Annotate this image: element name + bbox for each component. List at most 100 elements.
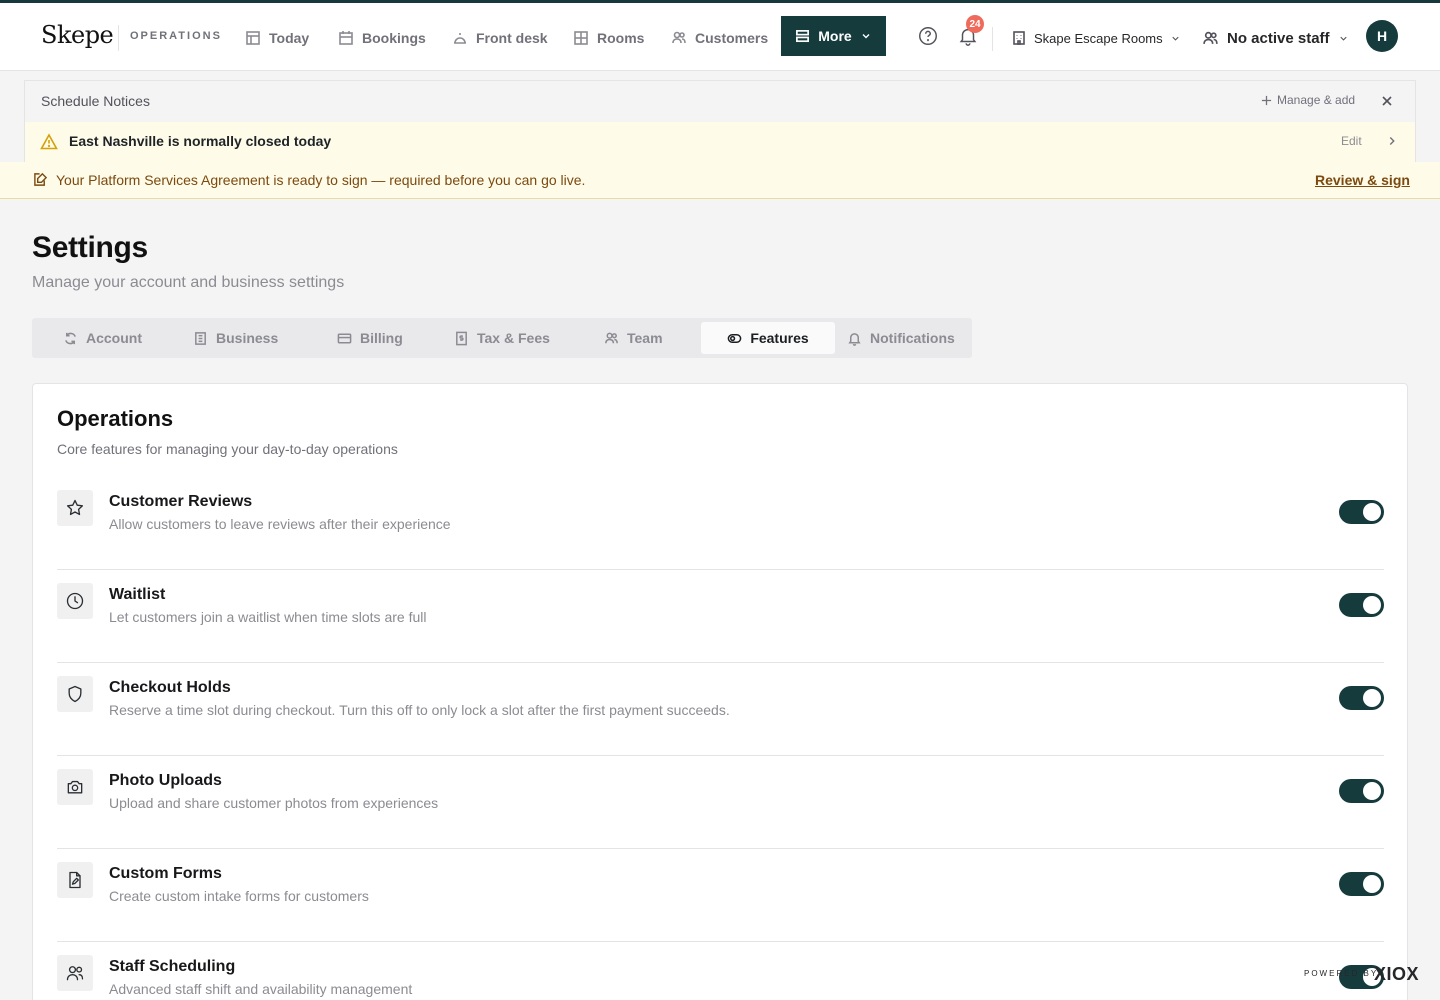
eye-toggle-icon bbox=[727, 333, 742, 343]
checkout-holds-toggle[interactable] bbox=[1339, 686, 1384, 710]
users-icon bbox=[66, 966, 84, 981]
feature-description: Advanced staff shift and availability ma… bbox=[109, 981, 413, 997]
organization-selector[interactable]: Skape Escape Rooms bbox=[1011, 27, 1181, 49]
header-divider bbox=[992, 27, 993, 51]
nav-bookings-label: Bookings bbox=[362, 30, 426, 46]
organization-name: Skape Escape Rooms bbox=[1034, 30, 1163, 46]
feature-icon-box bbox=[57, 583, 93, 619]
chevron-right-icon[interactable] bbox=[1385, 134, 1399, 148]
clock-icon bbox=[66, 592, 84, 610]
feature-icon-box bbox=[57, 955, 93, 991]
tab-account-label: Account bbox=[86, 330, 142, 346]
feature-row-customer-reviews: Customer Reviews Allow customers to leav… bbox=[57, 477, 1384, 570]
form-edit-icon bbox=[69, 871, 81, 889]
tab-notifications-label: Notifications bbox=[870, 330, 955, 346]
plus-icon bbox=[1261, 95, 1272, 105]
close-notices-button[interactable] bbox=[1379, 93, 1395, 109]
feature-row-photo-uploads: Photo Uploads Upload and share customer … bbox=[57, 756, 1384, 849]
users-icon bbox=[1203, 31, 1218, 44]
review-sign-link[interactable]: Review & sign bbox=[1315, 172, 1410, 188]
xiox-logo: XIOX bbox=[1374, 964, 1420, 984]
tab-team-label: Team bbox=[627, 330, 663, 346]
nav-bookings[interactable]: Bookings bbox=[338, 26, 426, 50]
credit-card-icon bbox=[337, 333, 352, 343]
agreement-banner: Your Platform Services Agreement is read… bbox=[0, 162, 1440, 199]
tab-features[interactable]: Features bbox=[701, 322, 835, 354]
tab-business-label: Business bbox=[216, 330, 279, 346]
warning-icon bbox=[40, 133, 58, 150]
feature-name: Staff Scheduling bbox=[109, 958, 236, 975]
agreement-text: Your Platform Services Agreement is read… bbox=[56, 172, 586, 188]
more-menu-button[interactable]: More bbox=[781, 16, 886, 56]
feature-name: Photo Uploads bbox=[109, 772, 222, 789]
feature-name: Custom Forms bbox=[109, 865, 222, 882]
notification-count-badge: 24 bbox=[966, 15, 984, 33]
toggle-knob bbox=[1363, 782, 1381, 800]
nav-front-desk-label: Front desk bbox=[476, 30, 548, 46]
tab-billing-label: Billing bbox=[360, 330, 403, 346]
feature-description: Reserve a time slot during checkout. Tur… bbox=[109, 702, 730, 718]
team-icon bbox=[605, 332, 618, 343]
powered-by-label: POWERED BY bbox=[1304, 969, 1379, 978]
tab-tax-fees[interactable]: Tax & Fees bbox=[454, 322, 550, 354]
camera-icon bbox=[67, 780, 83, 794]
feature-row-checkout-holds: Checkout Holds Reserve a time slot durin… bbox=[57, 663, 1384, 756]
skepe-logo[interactable]: Skepe bbox=[41, 21, 114, 49]
operations-title: Operations bbox=[57, 406, 174, 431]
tab-billing[interactable]: Billing bbox=[337, 322, 403, 354]
feature-description: Allow customers to leave reviews after t… bbox=[109, 516, 451, 532]
page-subtitle: Manage your account and business setting… bbox=[32, 274, 345, 291]
tab-team[interactable]: Team bbox=[604, 322, 663, 354]
nav-customers[interactable]: Customers bbox=[671, 26, 768, 50]
nav-rooms-label: Rooms bbox=[597, 30, 645, 46]
manage-add-button[interactable]: Manage & add bbox=[1261, 93, 1355, 107]
chevron-down-icon bbox=[862, 34, 870, 39]
staff-selector[interactable]: No active staff bbox=[1202, 26, 1349, 50]
logo-divider bbox=[118, 25, 119, 51]
operations-card: Operations Core features for managing yo… bbox=[32, 383, 1408, 1000]
section-label: OPERATIONS bbox=[130, 30, 222, 42]
building-icon bbox=[1013, 31, 1025, 45]
star-icon bbox=[67, 499, 84, 516]
top-header: Skepe OPERATIONS Today Bookings Front de… bbox=[0, 3, 1440, 71]
nav-today[interactable]: Today bbox=[245, 26, 309, 50]
help-button[interactable] bbox=[917, 25, 941, 49]
schedule-notices-panel: Schedule Notices Manage & add East Nashv… bbox=[24, 80, 1416, 162]
close-icon bbox=[1382, 96, 1392, 106]
tab-account[interactable]: Account bbox=[63, 322, 142, 354]
user-avatar[interactable]: H bbox=[1366, 20, 1398, 52]
nav-rooms[interactable]: Rooms bbox=[573, 26, 644, 50]
settings-tabs: Account Business Billing Tax & Fees Team… bbox=[32, 318, 972, 358]
notice-edit-link[interactable]: Edit bbox=[1341, 134, 1362, 148]
refresh-icon bbox=[65, 332, 76, 344]
operations-subtitle: Core features for managing your day-to-d… bbox=[57, 441, 398, 457]
feature-name: Waitlist bbox=[109, 586, 166, 603]
nav-front-desk[interactable]: Front desk bbox=[452, 26, 548, 50]
schedule-notices-title: Schedule Notices bbox=[41, 93, 150, 109]
toggle-knob bbox=[1363, 875, 1381, 893]
toggle-knob bbox=[1363, 503, 1381, 521]
notice-item[interactable]: East Nashville is normally closed today … bbox=[25, 122, 1415, 162]
rooms-grid-icon bbox=[574, 31, 588, 45]
feature-row-custom-forms: Custom Forms Create custom intake forms … bbox=[57, 849, 1384, 942]
custom-forms-toggle[interactable] bbox=[1339, 872, 1384, 896]
feature-name: Checkout Holds bbox=[109, 679, 231, 696]
tab-business[interactable]: Business bbox=[193, 322, 278, 354]
tab-notifications[interactable]: Notifications bbox=[847, 322, 955, 354]
calendar-icon bbox=[339, 31, 353, 45]
feature-icon-box bbox=[57, 676, 93, 712]
waitlist-toggle[interactable] bbox=[1339, 593, 1384, 617]
menu-stack-icon bbox=[796, 29, 810, 42]
document-sign-icon bbox=[34, 172, 48, 186]
photo-uploads-toggle[interactable] bbox=[1339, 779, 1384, 803]
feature-description: Let customers join a waitlist when time … bbox=[109, 609, 427, 625]
bell-icon bbox=[848, 332, 861, 346]
feature-icon-box bbox=[57, 490, 93, 526]
nav-today-label: Today bbox=[269, 30, 310, 46]
customer-reviews-toggle[interactable] bbox=[1339, 500, 1384, 524]
chevron-down-icon bbox=[1171, 36, 1179, 41]
feature-icon-box bbox=[57, 769, 93, 805]
help-circle-icon bbox=[919, 27, 937, 45]
page-title: Settings bbox=[32, 231, 148, 264]
nav-customers-label: Customers bbox=[695, 30, 769, 46]
